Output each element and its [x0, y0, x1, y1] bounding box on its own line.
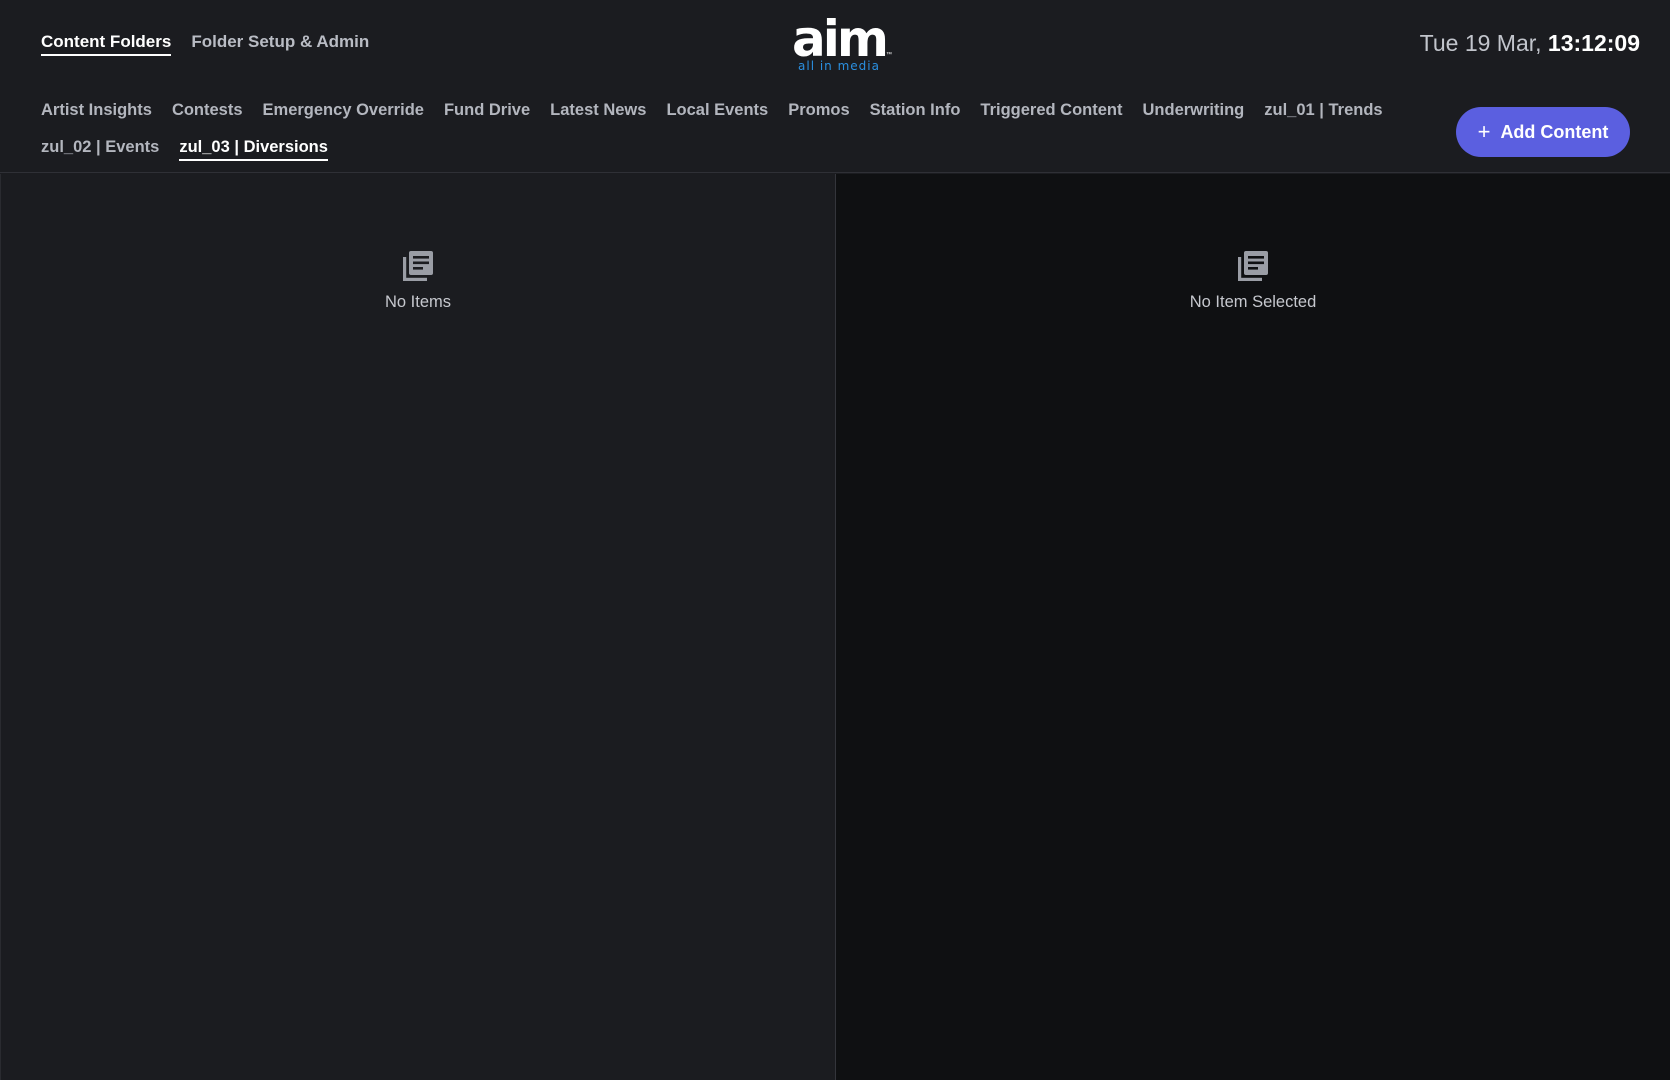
logo-tagline: all in media: [798, 59, 880, 73]
news-icon: [1238, 251, 1268, 281]
no-items-text: No Items: [384, 293, 452, 311]
folder-tab-station-info[interactable]: Station Info: [870, 101, 961, 122]
folder-tab-latest-news[interactable]: Latest News: [550, 101, 646, 122]
folder-tab-triggered-content[interactable]: Triggered Content: [980, 101, 1122, 122]
no-item-selected-text: No Item Selected: [1189, 293, 1317, 311]
folder-tab-promos[interactable]: Promos: [788, 101, 849, 122]
folder-tab-local-events[interactable]: Local Events: [666, 101, 768, 122]
news-icon: [403, 251, 433, 281]
folder-bar: Artist Insights Contests Emergency Overr…: [0, 91, 1670, 173]
folder-tab-zul-02-events[interactable]: zul_02 | Events: [41, 138, 159, 161]
empty-state: No Items: [1, 249, 835, 312]
folder-tab-zul-03-diversions[interactable]: zul_03 | Diversions: [179, 138, 328, 161]
clock: Tue 19 Mar, 13:12:09: [1420, 30, 1640, 57]
add-content-label: Add Content: [1500, 121, 1609, 142]
tab-folder-setup-admin[interactable]: Folder Setup & Admin: [191, 32, 369, 56]
folder-tab-zul-01-trends[interactable]: zul_01 | Trends: [1264, 101, 1382, 122]
folder-tab-contests[interactable]: Contests: [172, 101, 243, 122]
folder-tab-fund-drive[interactable]: Fund Drive: [444, 101, 530, 122]
clock-time: 13:12:09: [1547, 30, 1640, 56]
add-content-button[interactable]: + Add Content: [1456, 107, 1630, 157]
main-nav: Content Folders Folder Setup & Admin: [41, 32, 369, 56]
logo-trademark: ™: [886, 52, 892, 58]
plus-icon: +: [1477, 119, 1491, 144]
content-detail-pane: No Item Selected: [836, 174, 1670, 1080]
aim-logo: aim ™ all in media: [786, 14, 892, 76]
tab-content-folders[interactable]: Content Folders: [41, 32, 172, 56]
clock-date: Tue 19 Mar,: [1419, 30, 1542, 56]
folder-tabs: Artist Insights Contests Emergency Overr…: [41, 101, 1421, 161]
top-bar: Content Folders Folder Setup & Admin aim…: [0, 0, 1670, 91]
logo-wordmark: aim: [792, 10, 889, 68]
content-list-pane: No Items: [0, 174, 835, 1080]
empty-state: No Item Selected: [836, 249, 1670, 312]
folder-tab-artist-insights[interactable]: Artist Insights: [41, 101, 152, 122]
folder-tab-emergency-override[interactable]: Emergency Override: [263, 101, 424, 122]
folder-tab-underwriting[interactable]: Underwriting: [1143, 101, 1245, 122]
